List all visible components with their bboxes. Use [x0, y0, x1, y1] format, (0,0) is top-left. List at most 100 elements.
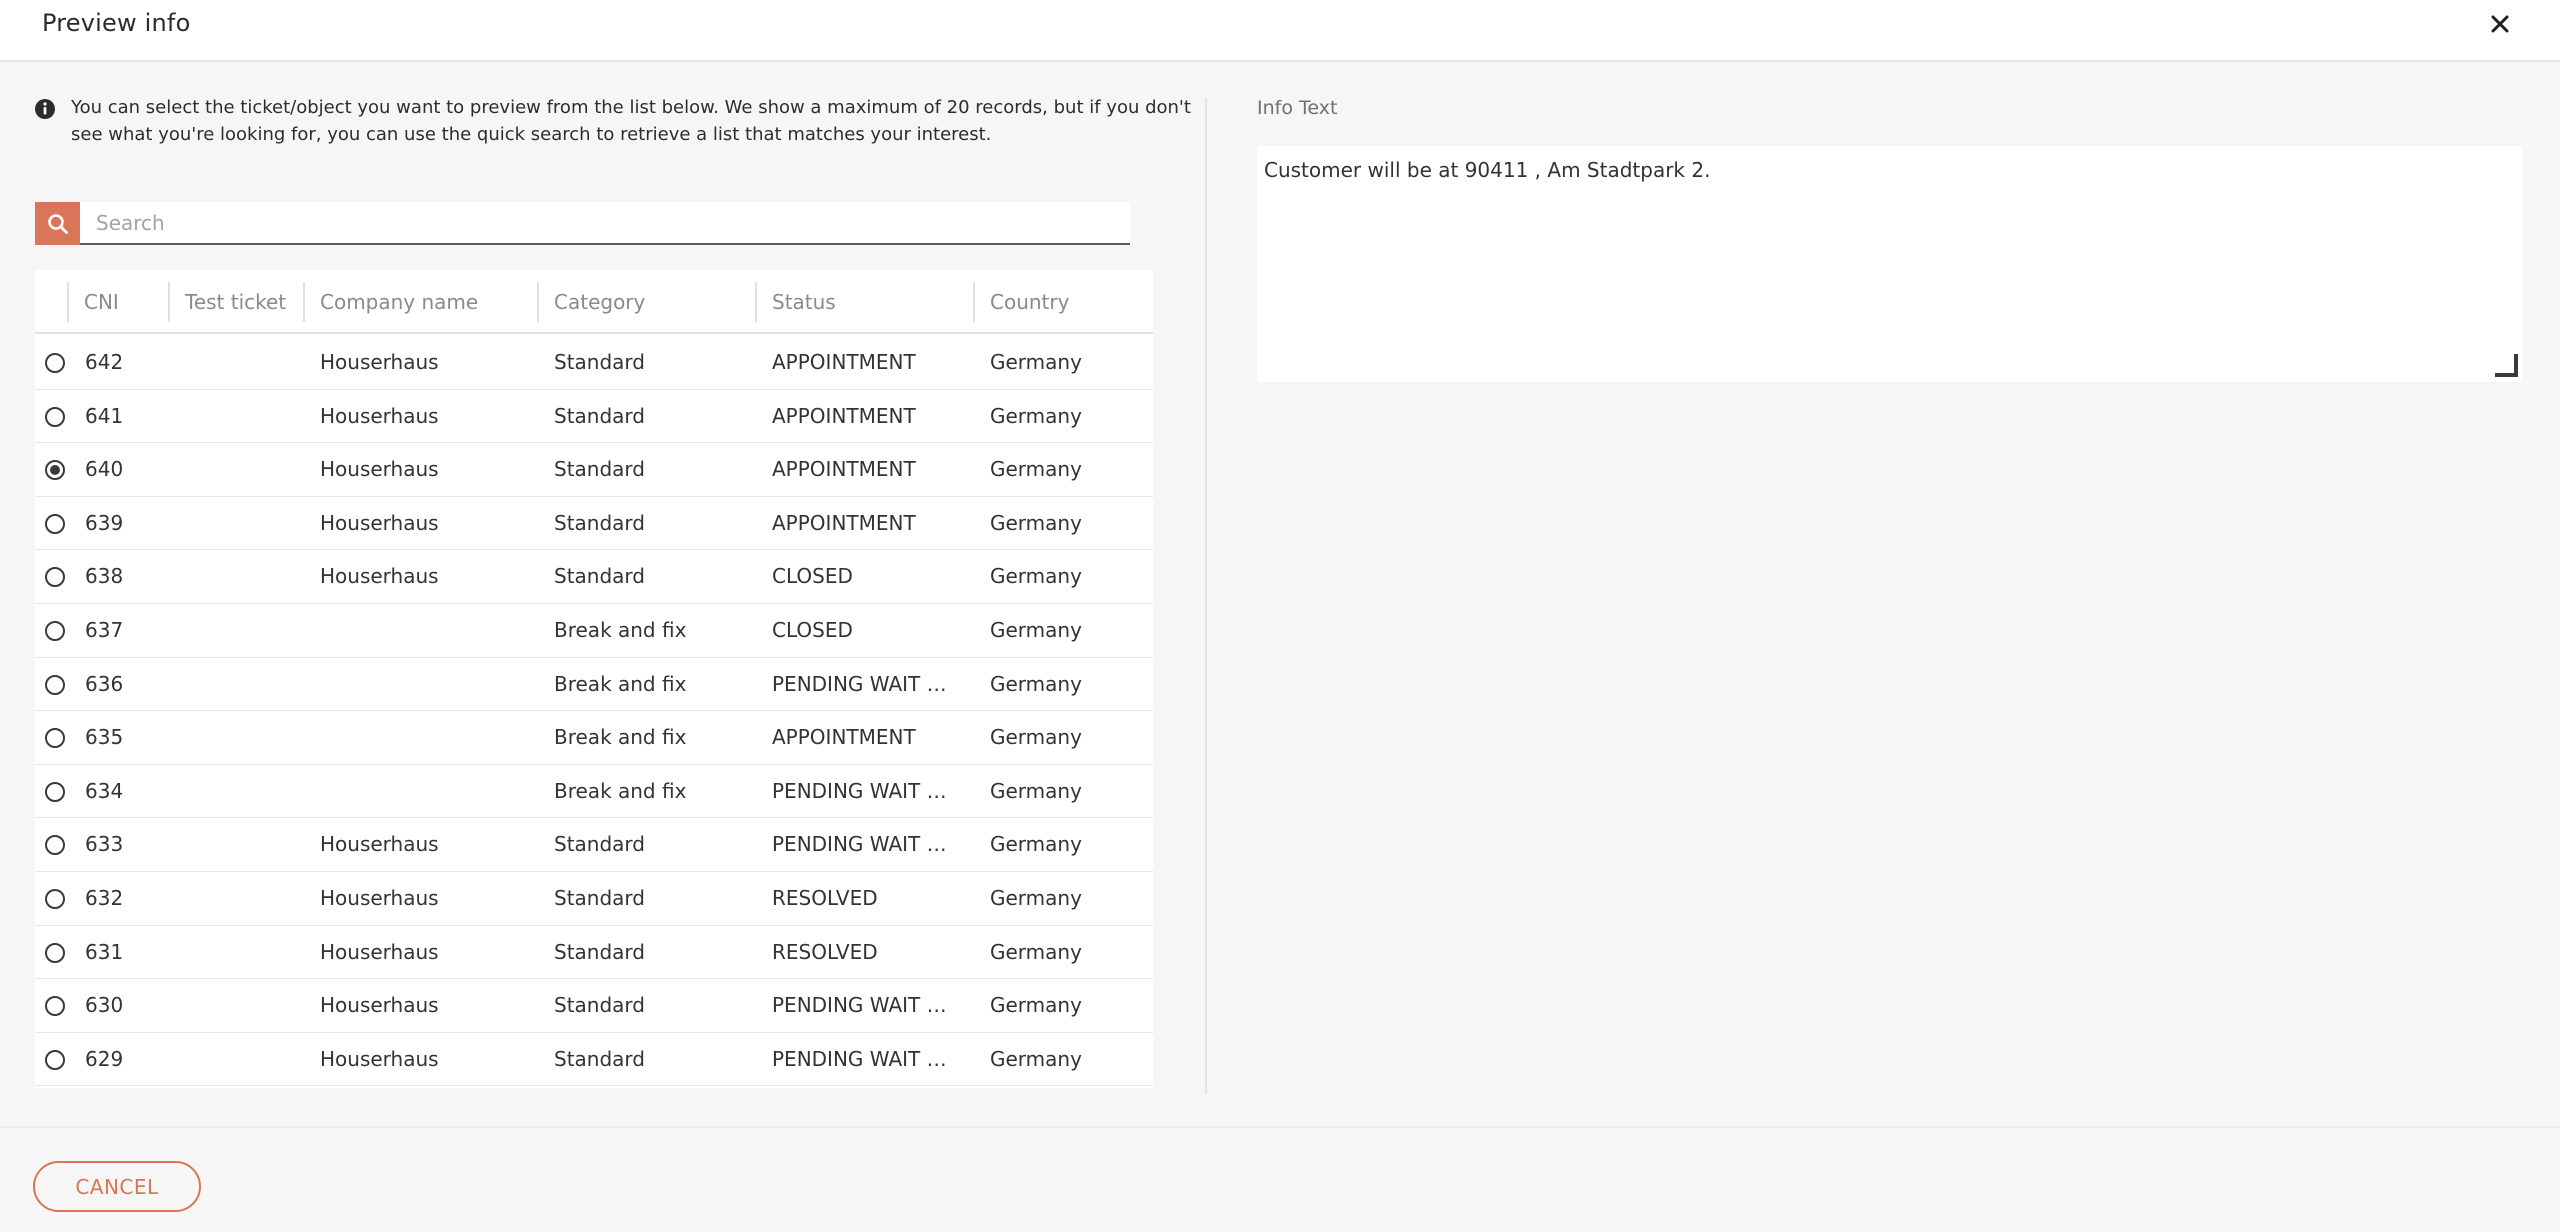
row-select-radio[interactable]: [45, 674, 65, 695]
cell-test-ticket: [185, 658, 301, 710]
quick-search: [35, 202, 1130, 245]
pane-divider: [1205, 98, 1207, 1094]
info-text-field[interactable]: [1257, 146, 2522, 382]
table-row[interactable]: 629 Houserhaus Standard PENDING WAIT ON... G…: [35, 1033, 1153, 1087]
row-select-radio[interactable]: [45, 353, 65, 373]
cell-test-ticket: [185, 1033, 301, 1085]
cell-status: APPOINTMENT: [772, 510, 916, 535]
cell-company-name: Houserhaus: [320, 510, 439, 535]
cell-company-name: [320, 765, 535, 817]
cell-company-name: Houserhaus: [320, 1046, 439, 1071]
cell-company-name: [320, 604, 535, 656]
table-row[interactable]: 631 Houserhaus Standard RESOLVED Germany: [35, 926, 1153, 980]
row-select-radio[interactable]: [45, 835, 65, 856]
cell-test-ticket: [185, 872, 301, 924]
cell-company-name: Houserhaus: [320, 885, 439, 910]
table-row[interactable]: 640 Houserhaus Standard APPOINTMENT Germany: [35, 443, 1153, 497]
cell-cni: 637: [85, 617, 124, 642]
cell-status: RESOLVED: [772, 939, 878, 964]
cell-category: Standard: [554, 1046, 645, 1071]
row-select-radio[interactable]: [45, 1049, 65, 1070]
table-row[interactable]: 635 Break and fix APPOINTMENT Germany: [35, 711, 1153, 765]
column-header-test-ticket[interactable]: Test ticket: [169, 270, 301, 334]
row-select-radio[interactable]: [45, 996, 65, 1017]
cell-status: APPOINTMENT: [772, 457, 916, 482]
cell-company-name: Houserhaus: [320, 350, 439, 374]
cell-category: Standard: [554, 564, 645, 589]
row-select-radio[interactable]: [45, 406, 65, 427]
row-select-radio[interactable]: [45, 567, 65, 588]
table-row[interactable]: 639 Houserhaus Standard APPOINTMENT Germany: [35, 497, 1153, 551]
column-header-company-name[interactable]: Company name: [304, 270, 536, 334]
row-select-radio[interactable]: [45, 620, 65, 641]
cell-cni: 630: [85, 993, 124, 1018]
cell-country: Germany: [990, 350, 1082, 374]
dialog-title: Preview info: [42, 9, 191, 37]
cell-country: Germany: [990, 403, 1082, 428]
row-select-radio[interactable]: [45, 781, 65, 802]
close-button[interactable]: [2482, 8, 2518, 40]
table-row[interactable]: 633 Houserhaus Standard PENDING WAIT ON... G…: [35, 818, 1153, 872]
cell-cni: 636: [85, 671, 124, 696]
info-text-label: Info Text: [1257, 97, 1338, 119]
table-row[interactable]: 638 Houserhaus Standard CLOSED Germany: [35, 550, 1153, 604]
cell-category: Standard: [554, 510, 645, 535]
row-select-radio[interactable]: [45, 460, 65, 481]
row-select-radio[interactable]: [45, 888, 65, 909]
table-row[interactable]: 637 Break and fix CLOSED Germany: [35, 604, 1153, 658]
cell-category: Break and fix: [554, 725, 687, 750]
info-text-container: [1257, 146, 2522, 382]
cell-country: Germany: [990, 564, 1082, 589]
table-row[interactable]: 641 Houserhaus Standard APPOINTMENT Germany: [35, 390, 1153, 444]
table-header: CNI Test ticket Company name Category St…: [35, 270, 1153, 334]
table-row[interactable]: 634 Break and fix PENDING WAIT ON... German…: [35, 765, 1153, 819]
row-select-radio[interactable]: [45, 513, 65, 534]
table-row[interactable]: 636 Break and fix PENDING WAIT ON... German…: [35, 658, 1153, 712]
info-message: You can select the ticket/object you wan…: [71, 97, 1191, 145]
cell-company-name: Houserhaus: [320, 403, 439, 428]
table-row[interactable]: 630 Houserhaus Standard PENDING WAIT ON... G…: [35, 979, 1153, 1033]
search-input[interactable]: [80, 202, 1130, 243]
cell-category: Break and fix: [554, 617, 687, 642]
column-header-country[interactable]: Country: [974, 270, 1152, 334]
column-header-status[interactable]: Status: [756, 270, 972, 334]
resize-handle-icon[interactable]: [2493, 352, 2519, 378]
table-row[interactable]: 642 Houserhaus Standard APPOINTMENT Germany: [35, 336, 1153, 390]
table-row[interactable]: 632 Houserhaus Standard RESOLVED Germany: [35, 872, 1153, 926]
cell-status: PENDING WAIT ON...: [772, 671, 957, 696]
cell-cni: 629: [85, 1046, 124, 1071]
cell-cni: 642: [85, 350, 124, 374]
column-header-category[interactable]: Category: [538, 270, 754, 334]
cell-test-ticket: [185, 979, 301, 1031]
cell-cni: 638: [85, 564, 124, 589]
row-select-radio[interactable]: [45, 942, 65, 963]
cell-company-name: Houserhaus: [320, 457, 439, 482]
cell-status: CLOSED: [772, 617, 853, 642]
cell-cni: 631: [85, 939, 124, 964]
cell-status: RESOLVED: [772, 885, 878, 910]
cell-category: Standard: [554, 885, 645, 910]
column-header-cni[interactable]: CNI: [68, 270, 166, 334]
cell-country: Germany: [990, 671, 1082, 696]
cell-country: Germany: [990, 725, 1082, 750]
cell-category: Break and fix: [554, 671, 687, 696]
cell-company-name: Houserhaus: [320, 564, 439, 589]
cell-status: PENDING WAIT ON...: [772, 1046, 957, 1071]
cell-country: Germany: [990, 457, 1082, 482]
cell-test-ticket: [185, 390, 301, 442]
cell-status: CLOSED: [772, 564, 853, 589]
cancel-button[interactable]: CANCEL: [33, 1161, 201, 1212]
cell-cni: 633: [85, 832, 124, 857]
info-icon: [35, 99, 55, 119]
cell-category: Standard: [554, 993, 645, 1018]
cell-category: Standard: [554, 832, 645, 857]
cell-test-ticket: [185, 550, 301, 602]
cell-country: Germany: [990, 778, 1082, 803]
footer-divider: [0, 1126, 2560, 1128]
cell-company-name: [320, 711, 535, 763]
row-select-radio[interactable]: [45, 728, 65, 749]
search-icon: [47, 213, 68, 234]
search-button[interactable]: [35, 202, 80, 245]
cell-cni: 634: [85, 778, 124, 803]
cell-test-ticket: [185, 336, 301, 388]
